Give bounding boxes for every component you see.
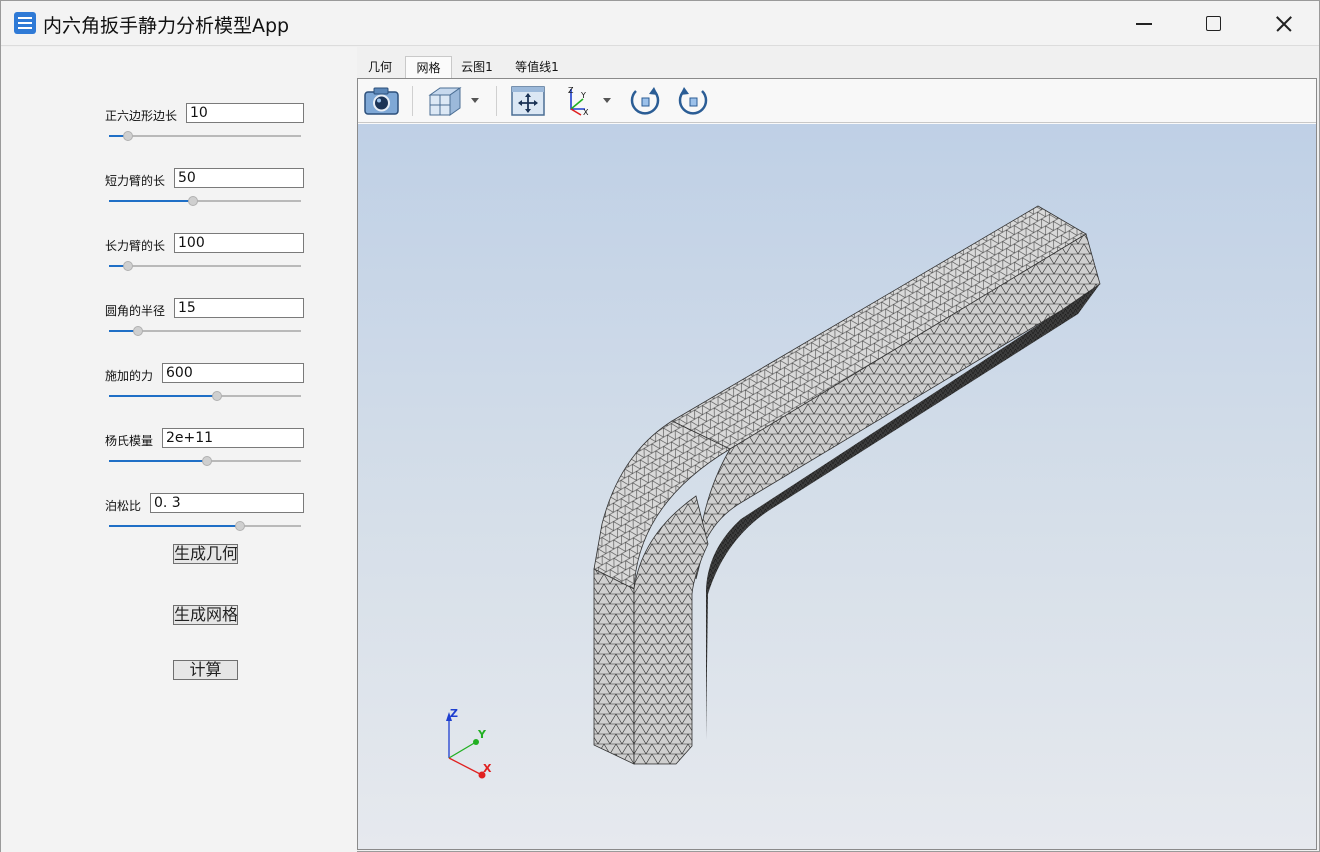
slider-thumb[interactable] [211,391,222,401]
minimize-button[interactable] [1108,1,1178,46]
rotate-counterclockwise-icon[interactable] [676,85,710,117]
svg-text:Y: Y [580,91,586,100]
app-window: 内六角扳手静力分析模型App 正六边形边长 短力臂的长 长力臂的长 圆角的半径 … [0,0,1320,852]
force-slider[interactable] [109,390,301,402]
tab-geometry[interactable]: 几何 [358,56,402,79]
param-label: 长力臂的长 [105,239,166,253]
slider-thumb[interactable] [123,261,134,271]
generate-mesh-button[interactable]: 生成网格 [173,605,238,625]
param-label: 杨氏模量 [105,434,154,448]
short-arm-input[interactable] [174,168,304,188]
graphics-viewer: Z Y X Z Y X [357,78,1317,850]
long-arm-input[interactable] [174,233,304,253]
window-title: 内六角扳手静力分析模型App [43,15,290,37]
mesh-model[interactable]: Z Y X [358,124,1316,849]
maximize-button[interactable] [1178,1,1248,46]
slider-thumb[interactable] [132,326,143,336]
param-fillet-radius: 圆角的半径 [105,298,305,348]
slider-thumb[interactable] [188,196,199,206]
fillet-radius-slider[interactable] [109,325,301,337]
param-poisson-ratio: 泊松比 [105,493,305,543]
long-arm-slider[interactable] [109,260,301,272]
graphics-toolbar: Z Y X [358,79,1316,123]
param-label: 施加的力 [105,369,154,383]
axes-orientation-icon[interactable]: Z Y X [561,85,617,117]
hex-side-slider[interactable] [109,130,301,142]
slider-thumb[interactable] [201,456,212,466]
minimize-icon [1136,23,1152,25]
fit-view-icon[interactable] [510,85,546,117]
param-youngs-modulus: 杨氏模量 [105,428,305,478]
short-arm-slider[interactable] [109,195,301,207]
slider-thumb[interactable] [123,131,134,141]
close-button[interactable] [1248,1,1318,46]
app-icon [14,12,36,34]
axis-x-label: X [483,762,492,775]
compute-button[interactable]: 计算 [173,660,238,680]
param-label: 圆角的半径 [105,304,166,318]
maximize-icon [1206,16,1221,31]
tab-isolines[interactable]: 等值线1 [508,56,566,79]
force-input[interactable] [162,363,304,383]
svg-text:X: X [583,108,589,117]
poisson-ratio-slider[interactable] [109,520,301,532]
poisson-ratio-input[interactable] [150,493,304,513]
generate-geometry-button[interactable]: 生成几何 [173,544,238,564]
youngs-modulus-input[interactable] [162,428,304,448]
title-bar[interactable]: 内六角扳手静力分析模型App [1,1,1319,46]
fillet-radius-input[interactable] [174,298,304,318]
rotate-clockwise-icon[interactable] [628,85,662,117]
param-label: 短力臂的长 [105,174,166,188]
tab-contour-plot[interactable]: 云图1 [455,56,499,79]
param-short-arm: 短力臂的长 [105,168,305,218]
param-force: 施加的力 [105,363,305,413]
youngs-modulus-slider[interactable] [109,455,301,467]
param-label: 正六边形边长 [105,109,178,123]
camera-icon[interactable] [363,85,401,117]
axis-triad: Z Y X [446,707,492,779]
svg-text:Z: Z [568,86,574,95]
axis-y-label: Y [477,728,487,741]
hex-side-input[interactable] [186,103,304,123]
slider-thumb[interactable] [234,521,245,531]
view-tabs: 几何 网格 云图1 等值线1 [358,56,658,79]
tab-mesh[interactable]: 网格 [405,56,452,79]
3d-viewport[interactable]: Z Y X [358,124,1316,849]
parameter-panel: 正六边形边长 短力臂的长 长力臂的长 圆角的半径 施加的力 杨氏模量 [1,47,357,852]
param-hex-side: 正六边形边长 [105,103,305,153]
param-label: 泊松比 [105,499,142,513]
param-long-arm: 长力臂的长 [105,233,305,283]
view-cube-icon[interactable] [426,85,488,117]
axis-z-label: Z [450,707,458,720]
